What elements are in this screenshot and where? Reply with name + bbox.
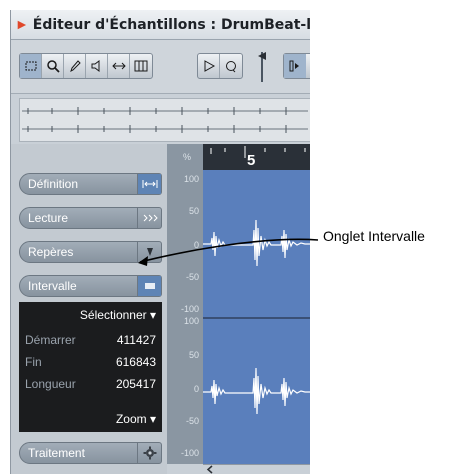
range-panel: Sélectionner ▾ Démarrer 411427 Fin 61684… [19, 302, 162, 432]
markers-icon [137, 242, 161, 262]
grid-icon [134, 60, 148, 72]
select-dropdown[interactable]: Sélectionner ▾ [80, 308, 156, 322]
speaker-icon [91, 60, 99, 72]
range-select-tool[interactable] [20, 54, 42, 78]
pencil-icon [69, 60, 81, 72]
tool-group [19, 53, 153, 79]
tab-range[interactable]: Intervalle [19, 275, 162, 297]
title-bar[interactable]: Éditeur d'Échantillons : DrumBeat-l [11, 10, 310, 40]
amplitude-scale: % 100 50 0 -50 -100 100 50 0 -50 -100 [167, 144, 203, 464]
play-button[interactable] [198, 54, 220, 78]
scale-top-minus100: -100 [180, 304, 199, 314]
tab-playback[interactable]: Lecture [19, 207, 162, 229]
loop-button[interactable] [220, 54, 242, 78]
range-row-end: Fin 616843 [25, 352, 156, 372]
tab-markers-label: Repères [28, 245, 74, 259]
range-length-key: Longueur [25, 377, 76, 391]
tab-processing[interactable]: Traitement [19, 442, 162, 464]
magnifier-icon [46, 60, 60, 73]
scale-top-0: 0 [193, 240, 199, 250]
tab-range-label: Intervalle [28, 279, 77, 293]
range-end-value[interactable]: 616843 [116, 355, 156, 369]
scroll-left-icon[interactable] [205, 465, 215, 474]
overview-strip[interactable] [19, 98, 310, 142]
gear-icon [137, 443, 161, 463]
scale-bottom-minus50: -50 [185, 416, 199, 426]
definition-icon [137, 174, 161, 194]
range-length-value[interactable]: 205417 [116, 377, 156, 391]
snap-button[interactable] [284, 54, 306, 78]
scale-unit: % [182, 152, 191, 162]
zoom-dropdown-label: Zoom [115, 412, 147, 426]
play-icon [204, 60, 215, 72]
timeline-ruler[interactable]: 5 [203, 144, 310, 170]
tab-definition[interactable]: Définition [19, 173, 162, 195]
ruler-ticks [210, 146, 306, 158]
inspector-panel: Définition Lecture Repères Intervalle Sé… [11, 144, 167, 474]
toolbar [11, 40, 310, 94]
waveform-display[interactable] [203, 170, 310, 464]
scrub-icon [111, 62, 126, 70]
playback-icon [137, 208, 161, 228]
scale-bottom-0: 0 [193, 384, 199, 394]
transport-group [197, 53, 243, 79]
zoom-tool[interactable] [42, 54, 64, 78]
play-tool[interactable] [86, 54, 108, 78]
overview-waveform [22, 107, 308, 133]
volume-slider-icon[interactable] [257, 50, 267, 84]
range-icon [137, 276, 161, 296]
window-title: Éditeur d'Échantillons : DrumBeat-l [32, 16, 310, 33]
horizontal-scrollbar[interactable] [203, 464, 310, 474]
scale-bottom-100: 100 [183, 316, 199, 326]
range-end-key: Fin [25, 355, 42, 369]
scrub-tool[interactable] [108, 54, 130, 78]
draw-tool[interactable] [64, 54, 86, 78]
select-dropdown-label: Sélectionner [79, 308, 147, 322]
tab-definition-label: Définition [28, 177, 79, 191]
scale-bottom-50: 50 [188, 350, 199, 360]
scale-bottom-minus100: -100 [180, 448, 199, 458]
loop-icon [226, 61, 236, 73]
grid-tool[interactable] [130, 54, 152, 78]
range-start-key: Démarrer [25, 333, 76, 347]
scale-top-minus50: -50 [185, 272, 199, 282]
ruler-bar-number: 5 [247, 152, 256, 169]
waveform-channels [203, 219, 310, 415]
annotation-label: Onglet Intervalle [323, 228, 425, 244]
snap-icon [289, 60, 299, 72]
zoom-dropdown[interactable]: Zoom ▾ [116, 412, 156, 426]
sample-editor-window: Éditeur d'Échantillons : DrumBeat-l Défi… [10, 10, 310, 474]
cubase-logo-icon [17, 20, 27, 29]
scale-top-100: 100 [183, 174, 199, 184]
tab-processing-label: Traitement [28, 446, 85, 460]
range-start-value[interactable]: 411427 [117, 333, 156, 347]
range-row-length: Longueur 205417 [25, 374, 156, 394]
range-select-icon [25, 61, 36, 71]
tab-playback-label: Lecture [28, 211, 69, 225]
tab-markers[interactable]: Repères [19, 241, 162, 263]
scale-top-50: 50 [188, 206, 199, 216]
range-row-start: Démarrer 411427 [25, 330, 156, 350]
snap-group [283, 53, 310, 79]
